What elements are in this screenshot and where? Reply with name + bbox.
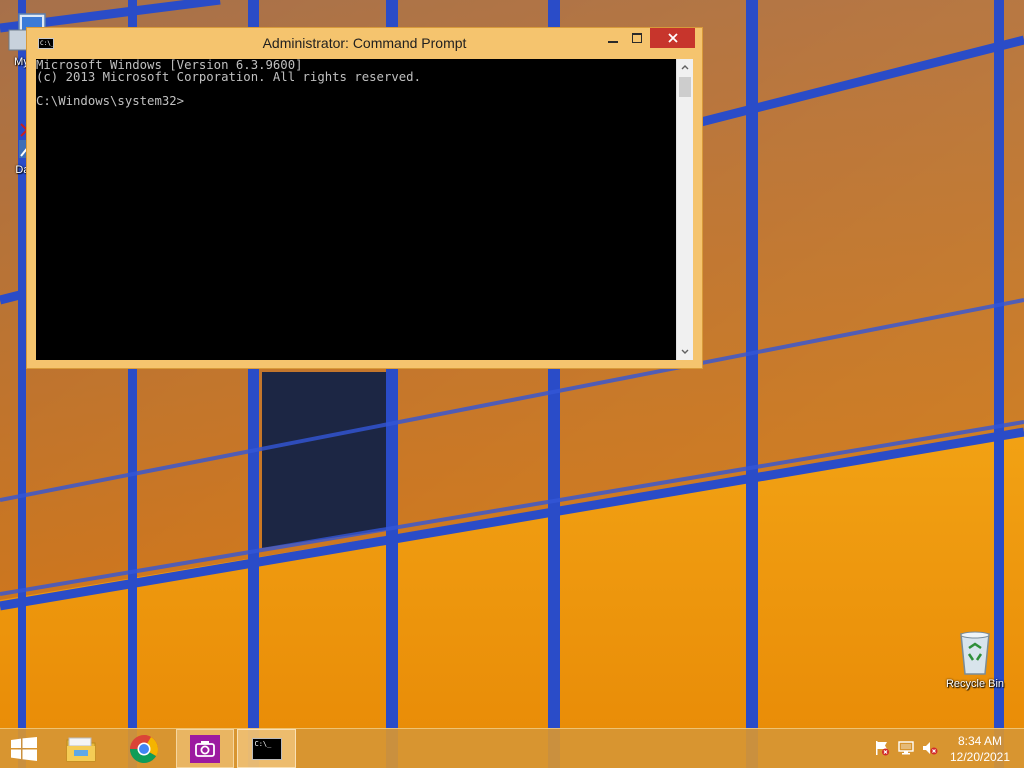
taskbar-command-prompt-button[interactable]: C:\_ (237, 729, 296, 768)
start-button[interactable] (0, 729, 48, 768)
minimize-button[interactable] (601, 28, 625, 48)
maximize-button[interactable] (626, 28, 648, 48)
maximize-icon (632, 33, 642, 43)
desktop-icon-label: Recycle Bin (945, 678, 1005, 690)
camera-icon (190, 734, 220, 763)
chevron-down-icon (681, 349, 689, 354)
chrome-icon (130, 734, 158, 763)
taskbar-clock[interactable]: 8:34 AM 12/20/2021 (936, 733, 1024, 765)
chevron-up-icon (681, 65, 689, 70)
taskbar-chrome-button[interactable] (118, 729, 170, 768)
console-output[interactable]: Microsoft Windows [Version 6.3.9600] (c)… (36, 59, 676, 360)
taskbar: C:\_ (0, 728, 1024, 768)
taskbar-camera-button[interactable] (176, 729, 234, 768)
tray-action-center[interactable] (873, 738, 891, 758)
scrollbar-thumb[interactable] (679, 77, 691, 97)
console-line: (c) 2013 Microsoft Corporation. All righ… (36, 70, 421, 84)
vertical-scrollbar[interactable] (676, 59, 693, 360)
tray-network[interactable] (897, 738, 915, 758)
desktop: My C Data Recycle Bin C:\_ Administrator… (0, 0, 1024, 768)
recycle-bin-icon (960, 631, 990, 675)
console-prompt: C:\Windows\system32> (36, 94, 185, 108)
minimize-icon (608, 41, 618, 43)
action-center-flag-icon (876, 741, 889, 756)
clock-date: 12/20/2021 (949, 750, 1011, 764)
clock-time: 8:34 AM (957, 734, 1003, 748)
desktop-icon-recycle-bin[interactable]: Recycle Bin (942, 630, 1008, 690)
window-titlebar[interactable]: C:\_ Administrator: Command Prompt (27, 28, 702, 59)
close-icon (667, 33, 678, 43)
network-icon (898, 741, 914, 755)
taskbar-file-explorer-button[interactable] (56, 729, 106, 768)
cmd-icon: C:\_ (251, 737, 282, 760)
windows-logo-icon (11, 736, 37, 761)
scroll-up-button[interactable] (677, 59, 693, 75)
console-area[interactable]: Microsoft Windows [Version 6.3.9600] (c)… (36, 59, 693, 360)
close-button[interactable] (650, 28, 695, 48)
scroll-down-button[interactable] (677, 344, 693, 360)
folder-icon (66, 737, 96, 761)
command-prompt-window[interactable]: C:\_ Administrator: Command Prompt Micro… (26, 27, 703, 369)
